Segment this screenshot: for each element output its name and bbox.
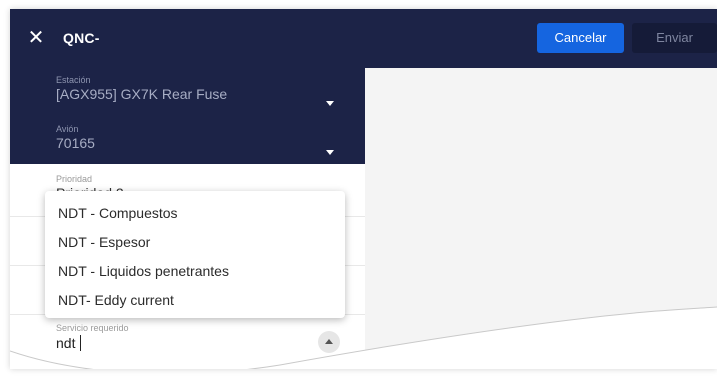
- app-window: ✕ QNC- Cancelar Enviar Estación [AGX955]…: [10, 9, 717, 369]
- torn-edge: [10, 306, 717, 369]
